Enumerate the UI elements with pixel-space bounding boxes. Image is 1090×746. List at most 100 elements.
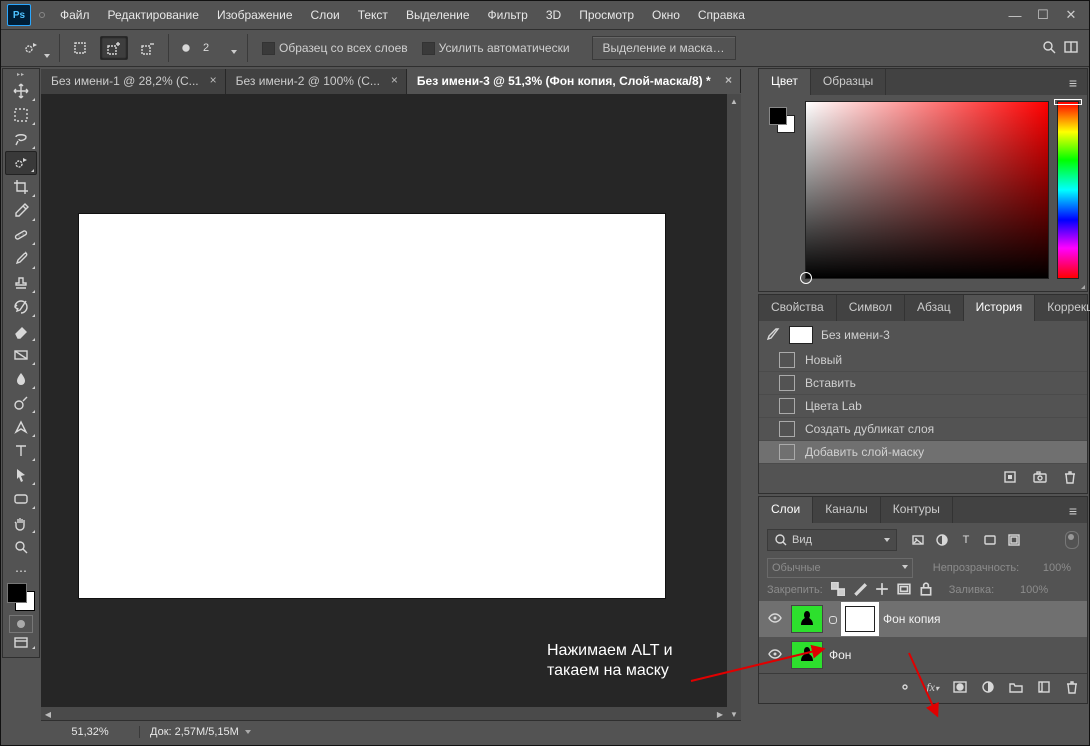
opacity-field[interactable]: 100%: [1029, 560, 1079, 576]
brush-tool[interactable]: [5, 247, 37, 271]
tab-character[interactable]: Символ: [837, 295, 905, 321]
close-tab-icon[interactable]: ×: [210, 73, 217, 87]
shape-tool[interactable]: [5, 487, 37, 511]
new-selection-mode[interactable]: [66, 36, 94, 60]
new-group-icon[interactable]: [1009, 680, 1023, 697]
add-layer-mask-icon[interactable]: [953, 680, 967, 697]
delete-layer-icon[interactable]: [1065, 680, 1079, 697]
close-tab-icon[interactable]: ×: [725, 73, 732, 87]
menu-layers[interactable]: Слои: [302, 4, 349, 26]
layer-row[interactable]: Фон копия: [759, 601, 1087, 637]
close-button[interactable]: ✕: [1057, 5, 1085, 25]
filter-shape-icon[interactable]: [979, 531, 1001, 549]
enhance-edge-checkbox[interactable]: Усилить автоматически: [422, 41, 570, 55]
current-tool-dropdown[interactable]: [9, 36, 53, 60]
healing-tool[interactable]: [5, 223, 37, 247]
menu-3d[interactable]: 3D: [537, 4, 570, 26]
layer-effects-icon[interactable]: fx▾: [926, 680, 939, 697]
lock-all-icon[interactable]: [919, 582, 933, 599]
history-step-current[interactable]: Добавить слой-маску: [759, 441, 1087, 464]
lock-artboard-icon[interactable]: [897, 582, 911, 599]
tab-color[interactable]: Цвет: [759, 69, 811, 95]
new-adjustment-layer-icon[interactable]: [981, 680, 995, 697]
zoom-level-field[interactable]: 51,32%: [41, 726, 139, 738]
mask-link-icon[interactable]: [829, 606, 837, 632]
panel-resize-icon[interactable]: [1081, 285, 1085, 289]
fill-field[interactable]: 100%: [1002, 582, 1056, 598]
visibility-toggle[interactable]: [765, 611, 785, 628]
options-search-icon[interactable]: [1041, 39, 1057, 58]
lock-position-icon[interactable]: [875, 582, 889, 599]
create-document-from-state-icon[interactable]: [1003, 470, 1017, 487]
hue-marker[interactable]: [1054, 99, 1082, 105]
visibility-toggle[interactable]: [765, 647, 785, 664]
quick-mask-toggle[interactable]: [9, 615, 33, 633]
history-step[interactable]: Цвета Lab: [759, 395, 1087, 418]
delete-state-icon[interactable]: [1063, 470, 1077, 487]
tab-properties[interactable]: Свойства: [759, 295, 837, 321]
brush-size-field[interactable]: 2: [203, 42, 241, 54]
path-select-tool[interactable]: [5, 463, 37, 487]
menu-select[interactable]: Выделение: [397, 4, 479, 26]
tab-channels[interactable]: Каналы: [813, 497, 881, 523]
color-picker-cursor[interactable]: [800, 272, 812, 284]
stamp-tool[interactable]: [5, 271, 37, 295]
menu-help[interactable]: Справка: [689, 4, 754, 26]
scroll-up-icon[interactable]: ▲: [727, 94, 741, 108]
blur-tool[interactable]: [5, 367, 37, 391]
menu-window[interactable]: Окно: [643, 4, 689, 26]
eraser-tool[interactable]: [5, 319, 37, 343]
history-brush-tool[interactable]: [5, 295, 37, 319]
layer-mask-thumbnail[interactable]: [843, 604, 877, 634]
menu-view[interactable]: Просмотр: [570, 4, 643, 26]
toolbar-expand-icon[interactable]: ▸▸: [3, 71, 39, 79]
filter-pixel-icon[interactable]: [907, 531, 929, 549]
select-and-mask-button[interactable]: Выделение и маска…: [592, 36, 736, 60]
maximize-button[interactable]: ☐: [1029, 5, 1057, 25]
scroll-left-icon[interactable]: ◀: [41, 707, 55, 721]
layer-thumbnail[interactable]: [791, 641, 823, 669]
layer-name[interactable]: Фон копия: [883, 612, 941, 626]
document-tab[interactable]: Без имени-1 @ 28,2% (С... ×: [41, 69, 226, 94]
foreground-color-swatch[interactable]: [7, 583, 27, 603]
eyedropper-tool[interactable]: [5, 199, 37, 223]
color-fgbg-swatch[interactable]: [769, 107, 795, 133]
tab-adjustments[interactable]: Коррекция: [1035, 295, 1090, 321]
options-arrange-icon[interactable]: [1063, 39, 1079, 58]
canvas[interactable]: [79, 214, 665, 598]
hue-slider[interactable]: [1057, 101, 1079, 279]
hand-tool[interactable]: [5, 511, 37, 535]
menu-file[interactable]: Файл: [51, 4, 99, 26]
foreground-background-swatch[interactable]: [7, 583, 35, 611]
history-step[interactable]: Новый: [759, 349, 1087, 372]
menu-image[interactable]: Изображение: [208, 4, 302, 26]
subtract-selection-mode[interactable]: [134, 36, 162, 60]
horizontal-scrollbar[interactable]: ◀ ▶: [41, 707, 727, 721]
filter-smart-icon[interactable]: [1003, 531, 1025, 549]
foreground-color-swatch[interactable]: [769, 107, 787, 125]
add-selection-mode[interactable]: [100, 36, 128, 60]
tab-history[interactable]: История: [964, 295, 1036, 321]
menu-edit[interactable]: Редактирование: [99, 4, 208, 26]
zoom-tool[interactable]: [5, 535, 37, 559]
color-field[interactable]: [805, 101, 1049, 279]
move-tool[interactable]: [5, 79, 37, 103]
edit-toolbar-icon[interactable]: ⋯: [5, 565, 37, 577]
filter-adjustment-icon[interactable]: [931, 531, 953, 549]
layer-name[interactable]: Фон: [829, 648, 851, 662]
scroll-right-icon[interactable]: ▶: [713, 707, 727, 721]
gradient-tool[interactable]: [5, 343, 37, 367]
marquee-tool[interactable]: [5, 103, 37, 127]
new-layer-icon[interactable]: [1037, 680, 1051, 697]
lasso-tool[interactable]: [5, 127, 37, 151]
menu-type[interactable]: Текст: [349, 4, 397, 26]
brush-preview-icon[interactable]: [175, 36, 197, 60]
lock-pixels-icon[interactable]: [853, 582, 867, 599]
filter-type-icon[interactable]: T: [955, 531, 977, 549]
blend-mode-dropdown[interactable]: Обычные: [767, 558, 913, 578]
screen-mode-toggle[interactable]: [5, 635, 37, 651]
sample-all-layers-checkbox[interactable]: Образец со всех слоев: [262, 41, 408, 55]
panel-menu-icon[interactable]: ≡: [1059, 69, 1087, 95]
snapshot-thumbnail[interactable]: [789, 326, 813, 344]
dodge-tool[interactable]: [5, 391, 37, 415]
